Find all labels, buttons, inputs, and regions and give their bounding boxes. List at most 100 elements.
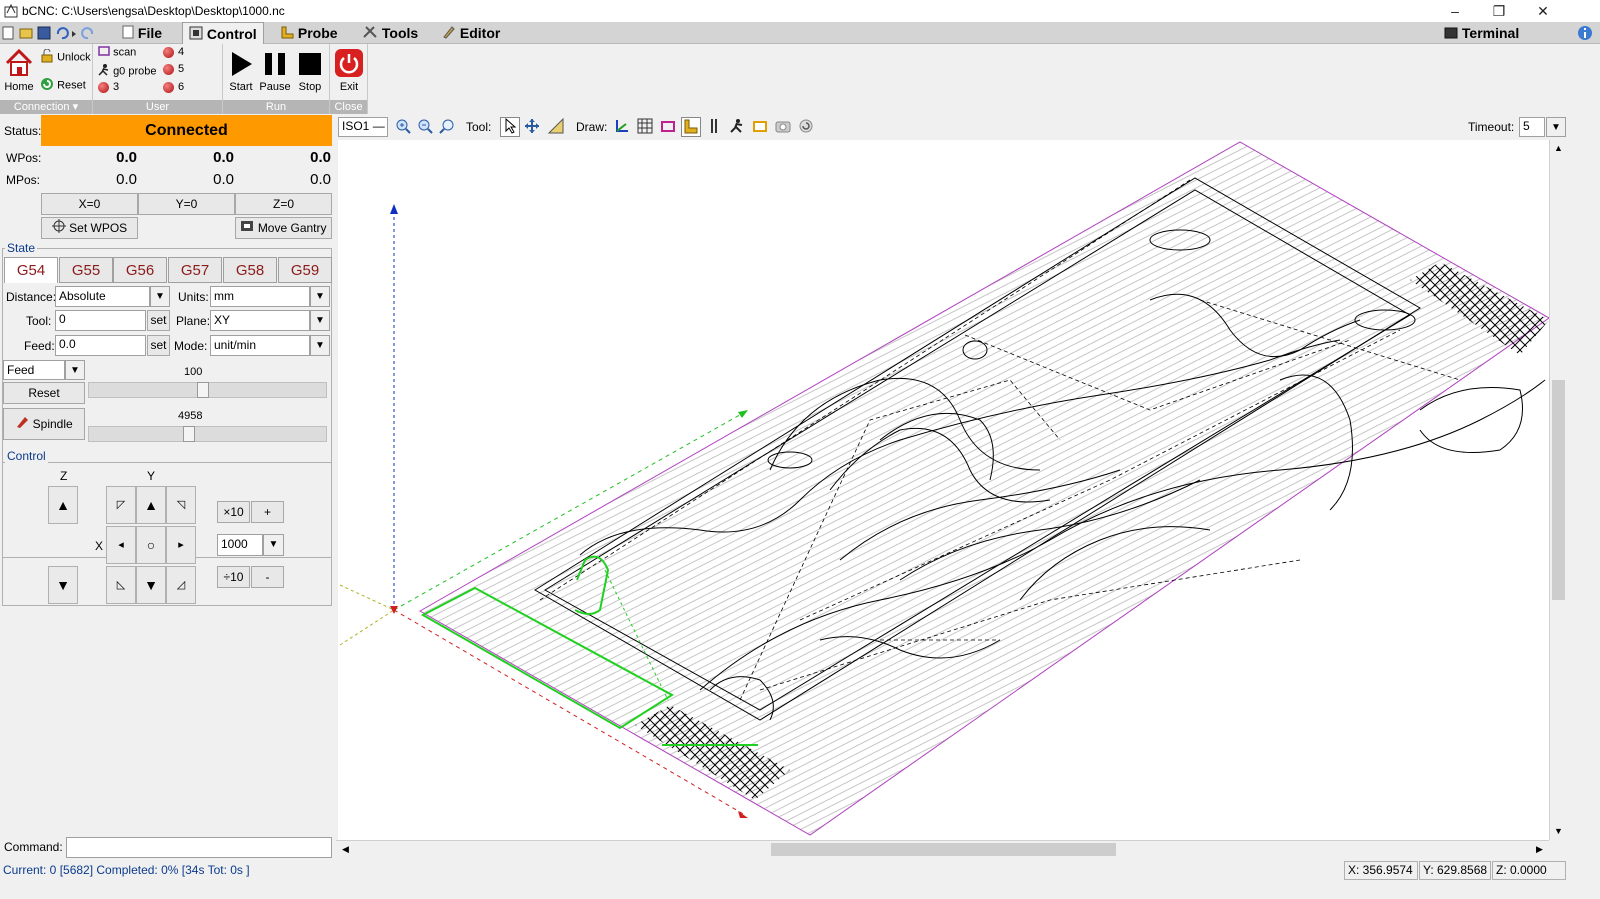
pan-tool-icon[interactable]	[522, 117, 542, 137]
zoom-in-icon[interactable]	[393, 117, 413, 137]
rapid-icon[interactable]	[727, 117, 747, 137]
close-window-button[interactable]: ✕	[1520, 0, 1566, 22]
user-button-6[interactable]: 6	[163, 81, 184, 93]
view-select[interactable]: ISO1 —	[338, 117, 388, 137]
plane-select[interactable]: XY	[210, 310, 310, 331]
tab-g55[interactable]: G55	[59, 257, 113, 283]
zero-x-button[interactable]: X=0	[41, 193, 138, 215]
zoom-fit-icon[interactable]	[437, 117, 457, 137]
units-select[interactable]: mm	[210, 286, 310, 307]
chevron-down-icon[interactable]: ▼	[310, 335, 330, 356]
reset-button[interactable]: Reset	[40, 77, 86, 94]
step-divide10-button[interactable]: ÷10	[217, 566, 250, 588]
zero-y-button[interactable]: Y=0	[138, 193, 235, 215]
scrollbar-thumb[interactable]	[771, 843, 1116, 856]
tab-g54[interactable]: G54	[4, 257, 58, 283]
feed-set-button[interactable]: set	[147, 335, 170, 356]
user-button-4[interactable]: 4	[163, 46, 184, 58]
step-size-select[interactable]: 1000	[217, 534, 263, 556]
zoom-out-icon[interactable]	[415, 117, 435, 137]
home-button[interactable]: Home	[2, 48, 36, 93]
distance-select[interactable]: Absolute	[55, 286, 150, 307]
menu-tools[interactable]: Tools	[356, 22, 424, 44]
mode-select[interactable]: unit/min	[210, 335, 310, 356]
jog-y-up-button[interactable]: ▲	[136, 486, 166, 524]
scroll-down-icon[interactable]: ▼	[1551, 824, 1566, 839]
maximize-button[interactable]: ❐	[1476, 0, 1522, 22]
paths-icon[interactable]	[704, 117, 724, 137]
step-decrease-button[interactable]: -	[251, 566, 284, 588]
jog-x-plus-y-minus-button[interactable]: ◿	[166, 566, 196, 604]
info-icon[interactable]	[1577, 25, 1593, 41]
tab-g58[interactable]: G58	[223, 257, 277, 283]
workarea-icon[interactable]	[750, 117, 770, 137]
chevron-down-icon[interactable]: ▼	[65, 360, 85, 380]
connection-group-label[interactable]: Connection ▾	[0, 100, 92, 114]
override-reset-button[interactable]: Reset	[3, 382, 85, 404]
vertical-scrollbar[interactable]: ▲ ▼	[1549, 140, 1566, 840]
user-button-5[interactable]: 5	[163, 63, 184, 75]
scan-button[interactable]: scan	[98, 46, 136, 59]
zero-z-button[interactable]: Z=0	[235, 193, 332, 215]
menu-probe[interactable]: Probe	[274, 22, 344, 44]
pause-button[interactable]: Pause	[259, 50, 291, 93]
jog-x-left-button[interactable]: ◂	[106, 526, 136, 564]
jog-x-plus-y-plus-button[interactable]: ◹	[166, 486, 196, 524]
grid-icon[interactable]	[635, 117, 655, 137]
jog-z-down-button[interactable]: ▼	[48, 566, 78, 604]
menu-file[interactable]: File	[116, 22, 168, 44]
jog-x-right-button[interactable]: ▸	[166, 526, 196, 564]
tab-g59[interactable]: G59	[278, 257, 332, 283]
command-input[interactable]	[66, 837, 332, 858]
margins-icon[interactable]	[658, 117, 678, 137]
step-increase-button[interactable]: +	[251, 501, 284, 523]
menu-control[interactable]: Control	[182, 22, 264, 44]
scroll-up-icon[interactable]: ▲	[1551, 141, 1566, 156]
unlock-button[interactable]: Unlock	[40, 48, 91, 66]
scrollbar-thumb[interactable]	[1552, 380, 1565, 600]
chevron-down-icon[interactable]: ▼	[310, 286, 330, 307]
override-slider[interactable]	[88, 382, 327, 398]
start-button[interactable]: Start	[226, 50, 256, 93]
tool-set-button[interactable]: set	[147, 310, 170, 331]
tab-g57[interactable]: G57	[168, 257, 222, 283]
jog-x-minus-y-plus-button[interactable]: ◸	[106, 486, 136, 524]
jog-x-minus-y-minus-button[interactable]: ◺	[106, 566, 136, 604]
ruler-tool-icon[interactable]	[546, 117, 566, 137]
axes-icon[interactable]	[612, 117, 632, 137]
move-gantry-button[interactable]: Move Gantry	[235, 217, 332, 239]
scroll-right-icon[interactable]: ▶	[1532, 842, 1547, 857]
jog-z-up-button[interactable]: ▲	[48, 486, 78, 524]
spindle-slider-thumb[interactable]	[183, 426, 195, 442]
chevron-down-icon[interactable]: ▼	[310, 310, 330, 331]
stop-button[interactable]: Stop	[295, 50, 325, 93]
set-wpos-button[interactable]: Set WPOS	[41, 217, 138, 239]
spindle-button[interactable]: Spindle	[3, 408, 85, 440]
step-times10-button[interactable]: ×10	[217, 501, 250, 523]
probe-draw-icon[interactable]	[681, 117, 701, 137]
chevron-down-icon[interactable]: ▼	[150, 286, 170, 307]
horizontal-scrollbar[interactable]: ◀ ▶	[336, 840, 1549, 857]
menu-editor[interactable]: Editor	[436, 22, 506, 44]
exit-button[interactable]: Exit	[333, 48, 365, 93]
select-tool-icon[interactable]	[500, 117, 520, 137]
jog-y-down-button[interactable]: ▼	[136, 566, 166, 604]
tab-g56[interactable]: G56	[113, 257, 167, 283]
camera-icon[interactable]	[773, 117, 793, 137]
override-select[interactable]: Feed	[3, 360, 65, 380]
chevron-down-icon[interactable]: ▼	[263, 534, 284, 556]
timeout-field[interactable]: 5	[1519, 117, 1545, 137]
scroll-left-icon[interactable]: ◀	[338, 842, 353, 857]
override-slider-thumb[interactable]	[197, 382, 209, 398]
menu-terminal[interactable]: Terminal	[1438, 22, 1525, 44]
tool-field[interactable]: 0	[55, 310, 146, 331]
redraw-icon[interactable]	[796, 117, 816, 137]
jog-home-button[interactable]: ○	[136, 526, 166, 564]
minimize-button[interactable]: –	[1432, 0, 1478, 22]
user-button-3[interactable]: 3	[98, 81, 119, 93]
feed-field[interactable]: 0.0	[55, 335, 146, 356]
spindle-slider[interactable]	[88, 426, 327, 442]
chevron-down-icon[interactable]: ▼	[1546, 117, 1566, 137]
g0-probe-button[interactable]: g0 probe	[98, 64, 157, 79]
gcode-canvas[interactable]	[338, 140, 1550, 840]
